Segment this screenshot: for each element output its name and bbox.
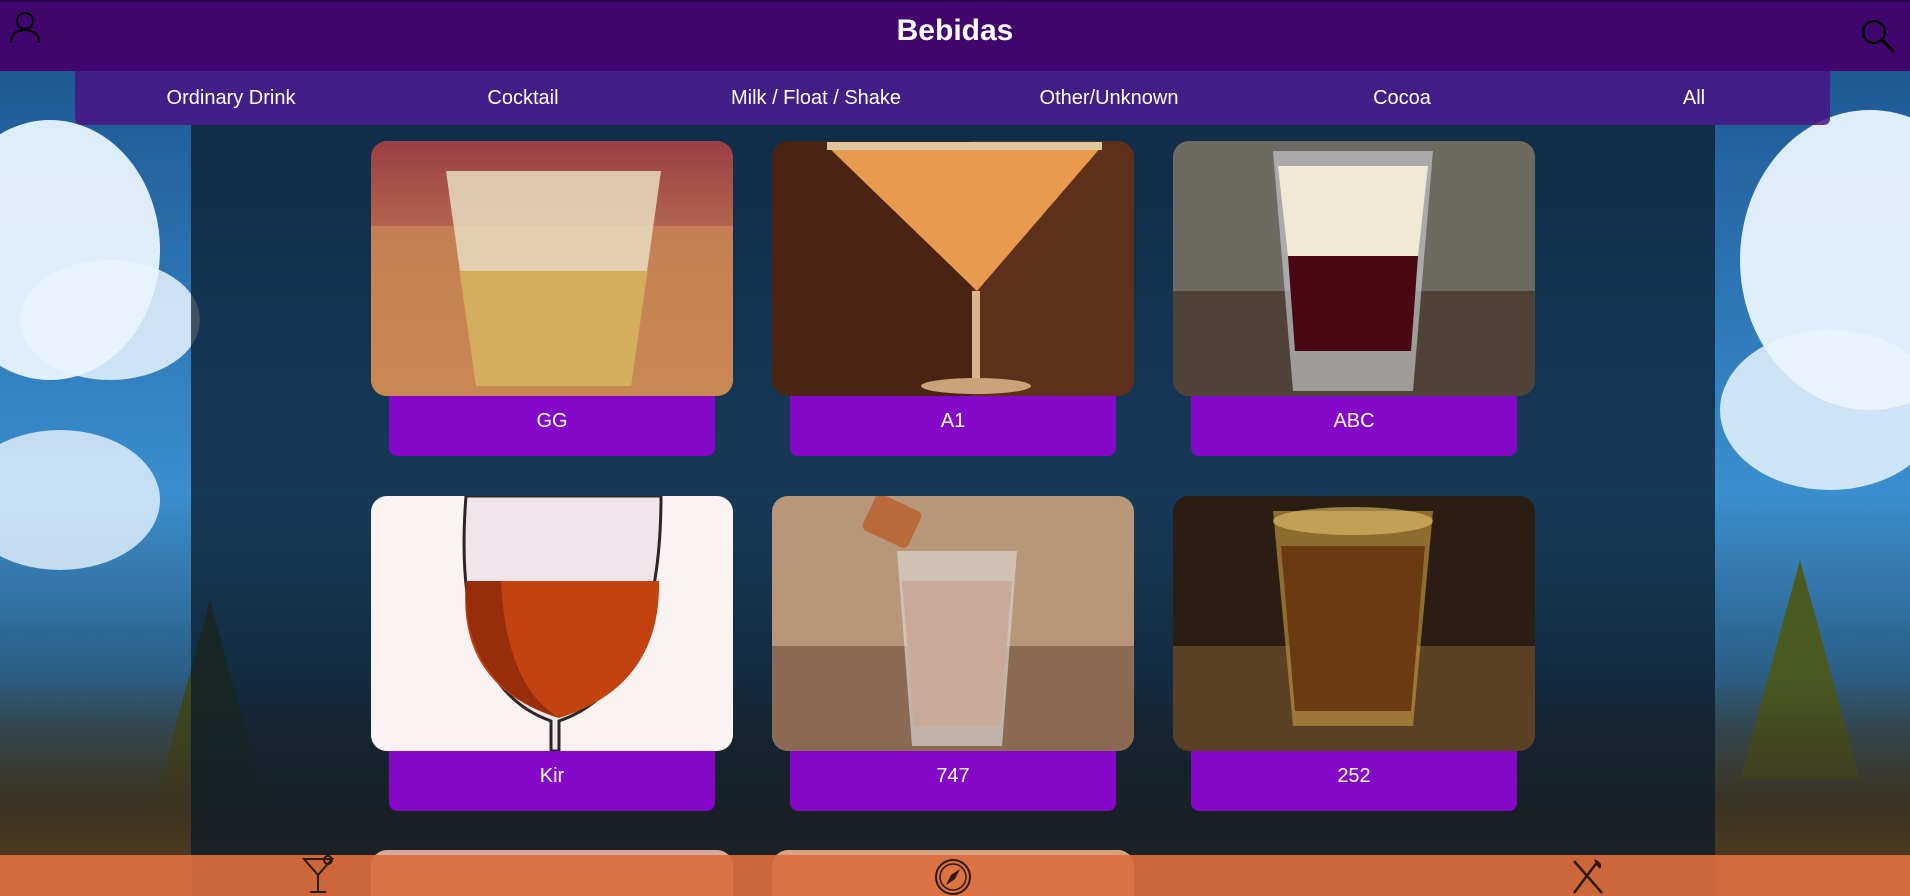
drink-name[interactable]: 747: [790, 751, 1116, 811]
tab-cocoa[interactable]: Cocoa: [1272, 87, 1532, 110]
drink-name[interactable]: GG: [389, 396, 715, 456]
utensils-icon[interactable]: [1568, 855, 1608, 896]
bottom-nav: [0, 855, 1910, 896]
drink-name[interactable]: ABC: [1191, 396, 1517, 456]
tab-all[interactable]: All: [1564, 87, 1824, 110]
drink-image[interactable]: [772, 496, 1134, 751]
search-icon[interactable]: [1860, 18, 1896, 54]
drink-name[interactable]: Kir: [389, 751, 715, 811]
drink-image[interactable]: [772, 141, 1134, 396]
category-nav: Ordinary Drink Cocktail Milk / Float / S…: [75, 71, 1830, 125]
drink-image[interactable]: [1173, 496, 1535, 751]
drink-name[interactable]: A1: [790, 396, 1116, 456]
drink-name[interactable]: 252: [1191, 751, 1517, 811]
tab-milk-float-shake[interactable]: Milk / Float / Shake: [686, 87, 946, 110]
app-header: Bebidas: [0, 0, 1910, 71]
cocktail-icon[interactable]: [298, 855, 338, 896]
drink-image[interactable]: [371, 141, 733, 396]
page-title: Bebidas: [896, 14, 1014, 47]
tab-ordinary-drink[interactable]: Ordinary Drink: [101, 87, 361, 110]
tab-other-unknown[interactable]: Other/Unknown: [979, 87, 1239, 110]
drink-image[interactable]: [371, 496, 733, 751]
compass-icon[interactable]: [933, 855, 973, 896]
drink-image[interactable]: [1173, 141, 1535, 396]
tab-cocktail[interactable]: Cocktail: [393, 87, 653, 110]
